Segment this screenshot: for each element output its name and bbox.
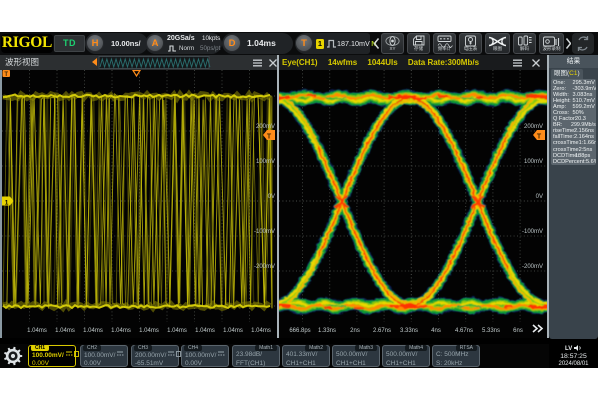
svg-text:1.04ms: 1.04ms: [55, 328, 75, 334]
svg-text:2.67ns: 2.67ns: [373, 328, 391, 334]
svg-text:100mV: 100mV: [524, 159, 543, 165]
svg-text:1.04ms: 1.04ms: [167, 328, 187, 334]
svg-text:0V: 0V: [268, 194, 275, 200]
svg-text:666.8ps: 666.8ps: [289, 328, 310, 334]
svg-text:100mV: 100mV: [256, 159, 275, 165]
svg-text:1: 1: [5, 199, 9, 206]
svg-text:5.33ns: 5.33ns: [482, 328, 500, 334]
svg-text:6ns: 6ns: [513, 328, 523, 334]
svg-text:200mV: 200mV: [256, 124, 275, 130]
svg-text:1.04ms: 1.04ms: [83, 328, 103, 334]
svg-text:T: T: [4, 72, 8, 78]
svg-text:4.67ns: 4.67ns: [455, 328, 473, 334]
svg-text:3.33ns: 3.33ns: [400, 328, 418, 334]
svg-text:1.04ms: 1.04ms: [223, 328, 243, 334]
svg-text:1.04ms: 1.04ms: [195, 328, 215, 334]
svg-text:1.04ms: 1.04ms: [27, 328, 47, 334]
svg-text:-100mV: -100mV: [522, 229, 543, 235]
svg-text:1.04ms: 1.04ms: [139, 328, 159, 334]
svg-text:T: T: [537, 134, 542, 141]
svg-text:-200mV: -200mV: [254, 264, 275, 270]
svg-text:200mV: 200mV: [524, 124, 543, 130]
svg-text:0V: 0V: [536, 194, 543, 200]
svg-text:1.04ms: 1.04ms: [251, 328, 271, 334]
svg-text:2ns: 2ns: [350, 328, 360, 334]
svg-text:1.04ms: 1.04ms: [111, 328, 131, 334]
svg-text:T: T: [267, 134, 272, 141]
svg-text:-200mV: -200mV: [522, 264, 543, 270]
svg-text:-100mV: -100mV: [254, 229, 275, 235]
svg-text:4ns: 4ns: [431, 328, 441, 334]
svg-text:1.33ns: 1.33ns: [318, 328, 336, 334]
